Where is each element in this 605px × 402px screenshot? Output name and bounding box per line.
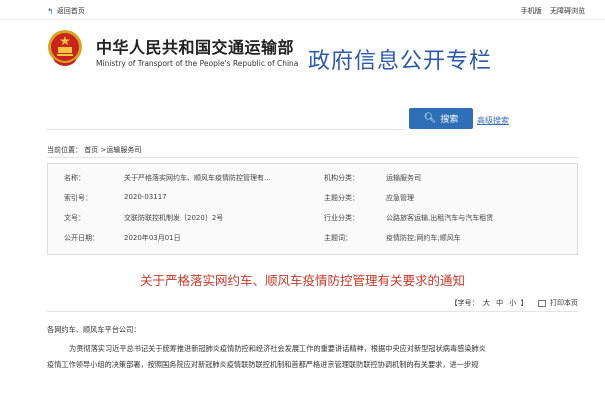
national-emblem-icon [48, 30, 82, 66]
search-icon: 🔍︎ [423, 113, 437, 124]
document-metadata-table: 名称： 关于严格落实网约车、顺风车疫情防控管理有... 机构分类： 运输服务司 … [47, 163, 578, 255]
meta-name-value: 关于严格落实网约车、顺风车疫情防控管理有... [124, 174, 271, 182]
document-paragraph: 各网约车、顺风车平台公司： [47, 325, 141, 334]
meta-keyword-value: 疫情防控;网约车;顺风车 [386, 234, 461, 242]
ministry-name-cn: 中华人民共和国交通运输部 [96, 38, 295, 57]
print-icon[interactable] [537, 299, 546, 307]
meta-topic-value: 应急管理 [386, 194, 414, 202]
search-button-label: 搜索 [440, 115, 459, 125]
meta-org-value: 运输服务司 [386, 174, 421, 182]
meta-index-value: 2020-03117 [124, 193, 167, 201]
meta-date-value: 2020年03月01日 [124, 234, 181, 242]
meta-date-label: 公开日期： [64, 234, 99, 242]
document-tools: 【字号： 大 中 小 】 打印本页 [451, 298, 578, 308]
meta-topic-label: 主题分类： [324, 194, 359, 202]
document-title: 关于严格落实网约车、顺风车疫情防控管理有关要求的通知 [139, 273, 465, 288]
top-bar: ↰ 返回首页 手机版 无障碍浏览 [0, 0, 605, 20]
meta-docno-value: 交联防联控机制发〔2020〕2号 [124, 214, 224, 222]
document-paragraph: 为贯彻落实习近平总书记关于统筹推进新冠肺炎疫情防控和经济社会发展工作的重要讲话精… [69, 344, 486, 353]
meta-index-label: 索引号： [64, 194, 92, 202]
search-input[interactable] [47, 108, 405, 130]
font-size-medium[interactable]: 中 [496, 299, 503, 307]
back-arrow-icon: ↰ [47, 6, 54, 16]
document-paragraph: 疫情工作领导小组的决策部署，按照国务院应对新冠肺炎疫情联防联控机制和首都严格进京… [47, 360, 479, 369]
font-size-large[interactable]: 大 [483, 299, 490, 307]
site-header [0, 20, 605, 100]
divider [47, 157, 578, 158]
meta-docno-label: 文号： [64, 214, 85, 222]
meta-industry-label: 行业分类： [324, 214, 359, 222]
font-size-label: 【字号： [450, 299, 479, 307]
back-home-label: 返回首页 [56, 7, 85, 15]
font-size-small[interactable]: 小 [509, 299, 516, 307]
breadcrumb: 当前位置： 首页 >运输服务司 [47, 146, 142, 154]
meta-keyword-label: 主题词： [324, 234, 352, 242]
top-right-links: 手机版 无障碍浏览 [515, 6, 585, 16]
divider [47, 311, 578, 312]
print-page-link[interactable]: 打印本页 [550, 299, 578, 307]
search-button[interactable]: 🔍︎ 搜索 [409, 108, 473, 129]
font-size-close: 】 [520, 299, 528, 307]
accessible-browse-link[interactable]: 无障碍浏览 [550, 7, 585, 15]
meta-org-label: 机构分类： [324, 174, 359, 182]
meta-industry-value: 公路旅客运输,出租汽车与汽车租赁 [386, 214, 494, 222]
advanced-search-link[interactable]: 高级搜索 [477, 115, 509, 126]
mobile-version-link[interactable]: 手机版 [521, 7, 542, 15]
ministry-name-en: Ministry of Transport of the People's Re… [96, 59, 299, 68]
back-home-link[interactable]: ↰ 返回首页 [47, 6, 85, 16]
meta-name-label: 名称： [64, 174, 85, 182]
site-title: 政府信息公开专栏 [308, 49, 493, 74]
